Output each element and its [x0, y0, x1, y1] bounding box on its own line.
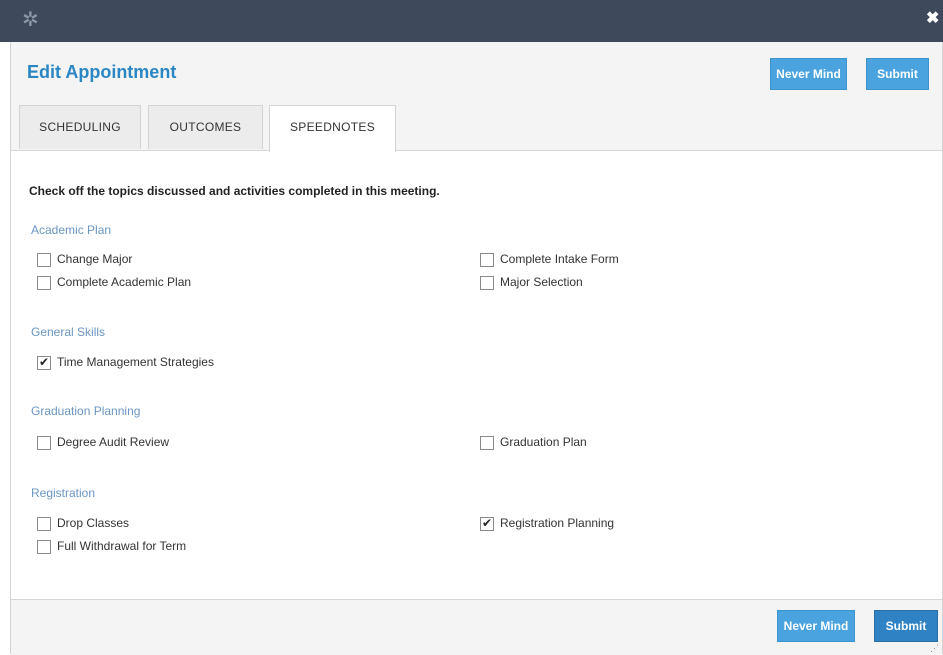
dialog-header: Edit Appointment Never Mind Submit	[11, 42, 942, 105]
checkbox[interactable]	[37, 436, 51, 450]
checkbox[interactable]: ✔	[37, 355, 51, 370]
checkbox-label: Graduation Plan	[500, 435, 587, 449]
checkbox[interactable]	[37, 517, 51, 531]
section-title-graduation-planning: Graduation Planning	[31, 404, 141, 418]
never-mind-button[interactable]: Never Mind	[777, 610, 855, 642]
checkbox[interactable]: ✔	[480, 516, 494, 531]
checkbox[interactable]	[480, 276, 494, 290]
instructions-text: Check off the topics discussed and activ…	[29, 184, 440, 198]
section-title-general-skills: General Skills	[31, 325, 106, 339]
tab-bar: SCHEDULING OUTCOMES SPEEDNOTES	[11, 105, 942, 152]
gear-logo-icon: ✲	[22, 9, 39, 31]
close-icon[interactable]: ✖	[926, 11, 940, 27]
checkbox[interactable]	[37, 276, 51, 290]
dialog-footer: Never Mind Submit ⋰	[11, 599, 942, 655]
checkbox-label: Full Withdrawal for Term	[57, 539, 187, 553]
edit-appointment-dialog: Edit Appointment Never Mind Submit SCHED…	[10, 42, 943, 655]
resize-grip-icon[interactable]: ⋰	[930, 643, 942, 655]
section-title-academic-plan: Academic Plan	[31, 223, 112, 237]
tab-outcomes[interactable]: OUTCOMES	[148, 105, 263, 149]
never-mind-button[interactable]: Never Mind	[770, 58, 847, 90]
window-titlebar: ✲ ✖	[0, 0, 943, 42]
checkbox-label: Registration Planning	[500, 516, 615, 530]
submit-button[interactable]: Submit	[874, 610, 938, 642]
checkmark-icon: ✔	[482, 516, 493, 530]
checkbox-label: Time Management Strategies	[57, 355, 214, 369]
checkbox[interactable]	[480, 253, 494, 267]
checkbox-label: Major Selection	[500, 275, 583, 289]
checkbox[interactable]	[37, 253, 51, 267]
checkbox-label: Drop Classes	[57, 516, 130, 530]
tab-scheduling[interactable]: SCHEDULING	[19, 105, 141, 149]
checkbox-label: Complete Academic Plan	[57, 275, 192, 289]
dialog-title: Edit Appointment	[27, 62, 177, 82]
checkmark-icon: ✔	[39, 355, 50, 369]
checkbox[interactable]	[37, 540, 51, 554]
submit-button[interactable]: Submit	[866, 58, 929, 90]
checkbox-label: Complete Intake Form	[500, 252, 619, 266]
checkbox-label: Degree Audit Review	[57, 435, 170, 449]
checkbox[interactable]	[480, 436, 494, 450]
section-title-registration: Registration	[31, 486, 96, 500]
speednotes-panel: Check off the topics discussed and activ…	[11, 151, 942, 599]
tab-speednotes[interactable]: SPEEDNOTES	[269, 105, 396, 152]
checkbox-label: Change Major	[57, 252, 133, 266]
